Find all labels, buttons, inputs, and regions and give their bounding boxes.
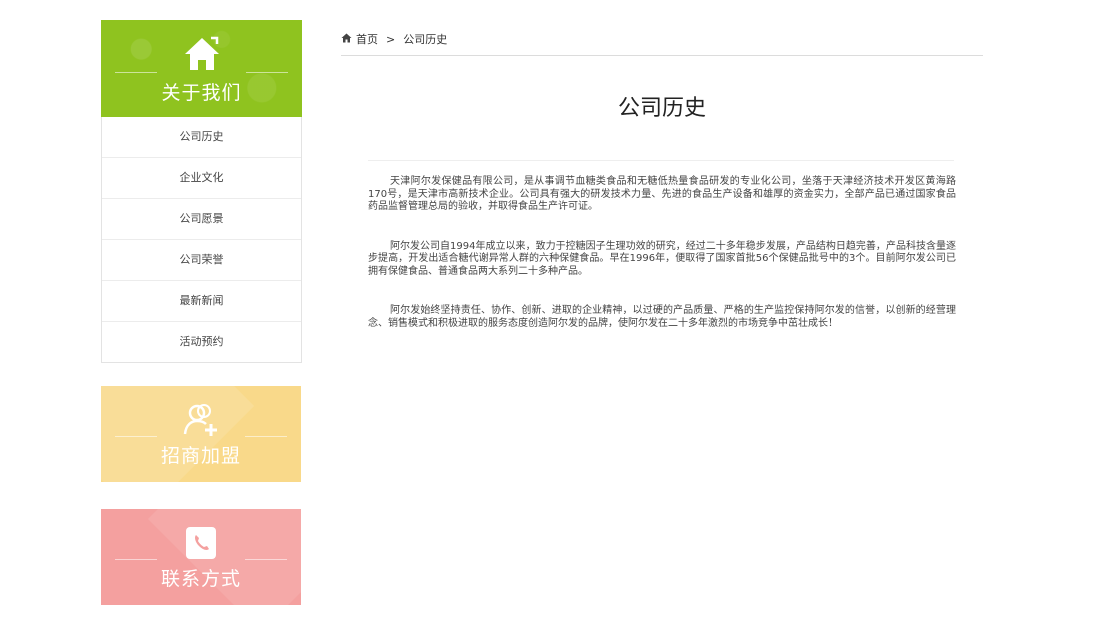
about-us-header[interactable]: 关于我们	[101, 20, 302, 117]
content-paragraph: 天津阿尔发保健品有限公司，是从事调节血糖类食品和无糖低热量食品研发的专业化公司，…	[368, 176, 956, 212]
breadcrumb: 首页 > 公司历史	[341, 31, 447, 47]
menu-item-company-honors[interactable]: 公司荣誉	[102, 240, 301, 281]
breadcrumb-separator: >	[386, 32, 396, 46]
title-line-left	[115, 559, 157, 560]
menu-item-latest-news[interactable]: 最新新闻	[102, 281, 301, 322]
page-title: 公司历史	[617, 96, 706, 121]
menu-item-event-booking[interactable]: 活动预约	[102, 322, 301, 362]
contact-block[interactable]: 联系方式	[101, 509, 301, 605]
about-us-menu: 公司历史 企业文化 公司愿景 公司荣誉 最新新闻 活动预约	[101, 117, 302, 363]
title-line-right	[245, 436, 287, 437]
content-paragraph: 阿尔发公司自1994年成立以来，致力于控糖因子生理功效的研究，经过二十多年稳步发…	[368, 240, 956, 277]
breadcrumb-current: 公司历史	[403, 33, 448, 46]
title-line-right	[246, 72, 288, 73]
menu-item-corporate-culture[interactable]: 企业文化	[102, 158, 301, 199]
franchise-title: 招商加盟	[160, 445, 241, 467]
menu-item-company-history[interactable]: 公司历史	[102, 117, 301, 158]
content-paragraph: 阿尔发始终坚持责任、协作、创新、进取的企业精神，以过硬的产品质量、严格的生产监控…	[368, 305, 956, 329]
home-icon	[183, 36, 221, 76]
title-line-right	[245, 559, 287, 560]
breadcrumb-divider	[341, 55, 983, 56]
about-us-title: 关于我们	[161, 82, 242, 104]
home-icon[interactable]	[341, 33, 352, 46]
breadcrumb-home-link[interactable]: 首页	[356, 31, 378, 47]
title-line-left	[115, 72, 157, 73]
title-line-left	[115, 436, 157, 437]
phone-book-icon	[183, 525, 219, 565]
title-divider	[368, 160, 954, 161]
user-add-icon	[182, 402, 220, 442]
menu-item-company-vision[interactable]: 公司愿景	[102, 199, 301, 240]
article-content: 天津阿尔发保健品有限公司，是从事调节血糖类食品和无糖低热量食品研发的专业化公司，…	[368, 176, 956, 330]
contact-title: 联系方式	[160, 568, 241, 590]
franchise-block[interactable]: 招商加盟	[101, 386, 301, 482]
